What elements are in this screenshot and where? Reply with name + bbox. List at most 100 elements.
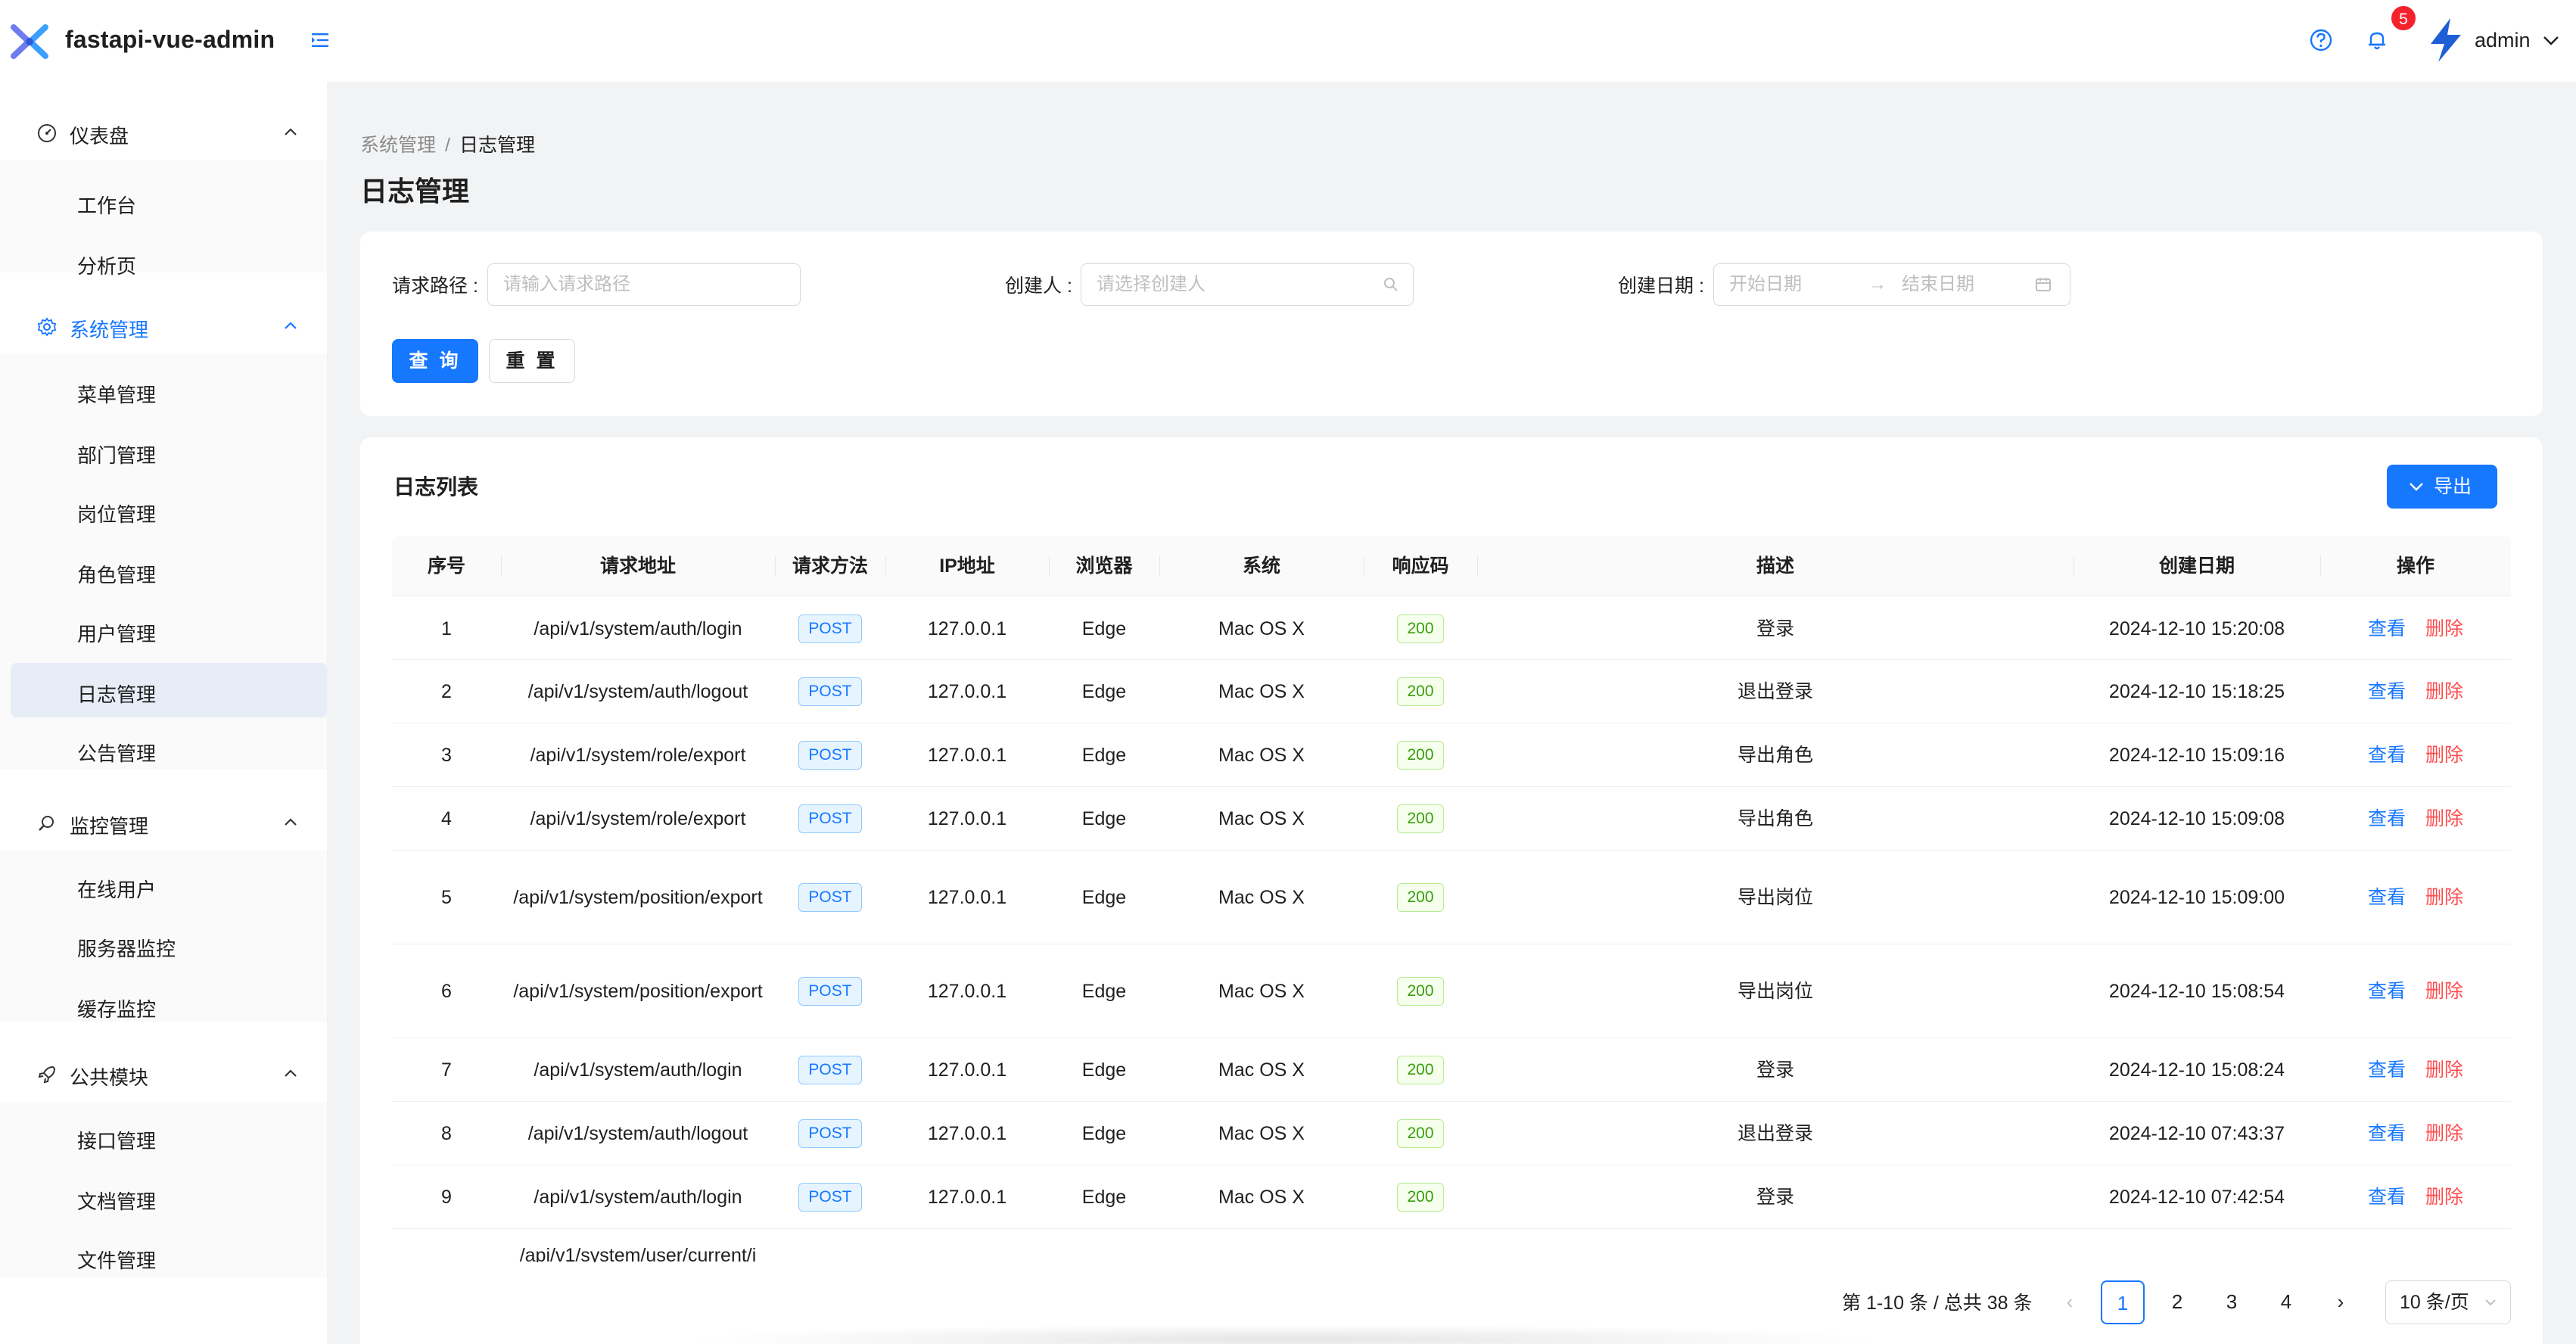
menu-fold-icon[interactable] <box>309 29 331 51</box>
sidebar-item-label: 公告管理 <box>77 742 157 765</box>
pagination-page-4[interactable]: 4 <box>2264 1280 2308 1324</box>
pagination-page-1[interactable]: 1 <box>2101 1280 2145 1324</box>
sidebar-item-server[interactable]: 服务器监控 <box>11 917 327 972</box>
top-header: fastapi-vue-admin 5 admin <box>0 0 2576 82</box>
user-name[interactable]: admin <box>2475 29 2531 52</box>
cell-no: 2 <box>392 660 501 723</box>
col-no: 序号 <box>427 555 465 577</box>
col-path: 请求地址 <box>599 555 676 577</box>
delete-link[interactable]: 删除 <box>2425 1183 2463 1212</box>
cell-actions: 查看 删除 <box>2320 851 2511 944</box>
sidebar-item-label: 用户管理 <box>77 623 157 646</box>
delete-link[interactable]: 删除 <box>2425 1119 2463 1148</box>
sidebar-item-role[interactable]: 角色管理 <box>11 543 327 598</box>
cell-method-text: POST <box>798 677 862 706</box>
sidebar-item-workbench[interactable]: 工作台 <box>11 174 327 229</box>
cell-no-text: 8 <box>441 1122 452 1144</box>
path-input[interactable]: 请输入请求路径 <box>487 263 801 306</box>
cell-actions: 查看 删除 <box>2320 1102 2511 1165</box>
sidebar-item-online[interactable]: 在线用户 <box>11 858 327 913</box>
sidebar-item-files[interactable]: 文件管理 <box>11 1229 327 1283</box>
sidebar-item-cache[interactable]: 缓存监控 <box>11 978 327 1032</box>
cell-method: POST <box>775 1102 885 1165</box>
chevron-down-icon <box>2485 1299 2496 1306</box>
sidebar-item-notice[interactable]: 公告管理 <box>11 722 327 776</box>
sidebar-group-dashboard[interactable]: 仪表盘 <box>11 104 327 160</box>
sidebar-group-monitor[interactable]: 监控管理 <box>11 795 327 851</box>
view-link[interactable]: 查看 <box>2368 804 2406 833</box>
bell-icon[interactable] <box>2364 27 2390 53</box>
cell-path-text: /api/v1/system/auth/login <box>534 1186 742 1208</box>
cell-no: 8 <box>392 1102 501 1165</box>
reset-button[interactable]: 重 置 <box>489 339 575 383</box>
delete-link[interactable]: 删除 <box>2425 1056 2463 1084</box>
delete-link[interactable]: 删除 <box>2425 677 2463 706</box>
cell-path: /api/v1/system/auth/login <box>501 1165 775 1228</box>
x-logo-icon[interactable] <box>8 20 51 64</box>
sidebar-item-api[interactable]: 接口管理 <box>11 1109 327 1164</box>
start-date-placeholder[interactable]: 开始日期 <box>1729 274 1802 294</box>
cell-path-text: /api/v1/system/auth/login <box>534 1059 742 1081</box>
cell-desc: 退出登录 <box>1477 660 2074 723</box>
search-monitor-icon <box>39 816 54 831</box>
page-size-value: 10 条/页 <box>2400 1292 2469 1313</box>
cell-browser-text: Edge <box>1081 1122 1127 1144</box>
table-row: 2/api/v1/system/auth/logout POST 127.0.0.1… <box>392 660 2511 723</box>
cell-browser: Edge <box>1049 598 1159 659</box>
notification-badge: 5 <box>2390 5 2417 32</box>
cell-ip: 127.0.0.1 <box>885 723 1049 786</box>
sidebar-item-menu[interactable]: 菜单管理 <box>11 363 327 418</box>
delete-link[interactable]: 删除 <box>2425 741 2463 770</box>
lightning-avatar-icon[interactable] <box>2425 17 2467 64</box>
view-link[interactable]: 查看 <box>2368 1056 2406 1084</box>
cell-no: 3 <box>392 723 501 786</box>
creator-placeholder: 请选择创建人 <box>1097 274 1206 294</box>
sidebar-item-docs[interactable]: 文档管理 <box>11 1170 327 1224</box>
question-circle-icon[interactable] <box>2308 27 2334 53</box>
sidebar-item-dept[interactable]: 部门管理 <box>11 424 327 478</box>
view-link[interactable]: 查看 <box>2368 1119 2406 1148</box>
sidebar-item-label: 岗位管理 <box>77 503 157 526</box>
delete-link[interactable]: 删除 <box>2425 614 2463 643</box>
delete-link[interactable]: 删除 <box>2425 883 2463 912</box>
cell-browser-text: Edge <box>1081 886 1127 908</box>
view-link[interactable]: 查看 <box>2368 977 2406 1006</box>
query-button[interactable]: 查 询 <box>392 339 478 383</box>
sidebar-group-system[interactable]: 系统管理 <box>11 298 327 354</box>
end-date-placeholder[interactable]: 结束日期 <box>1902 264 1974 305</box>
view-link[interactable]: 查看 <box>2368 1183 2406 1212</box>
page-size-select[interactable]: 10 条/页 <box>2385 1280 2511 1324</box>
breadcrumb-parent[interactable]: 系统管理 <box>360 135 436 156</box>
cell-no-text: 4 <box>441 807 452 829</box>
view-link[interactable]: 查看 <box>2368 883 2406 912</box>
pagination-prev[interactable]: ‹ <box>2048 1280 2092 1324</box>
sidebar-item-log[interactable]: 日志管理 <box>11 663 327 717</box>
export-button[interactable]: 导出 <box>2387 465 2497 509</box>
export-label: 导出 <box>2434 476 2472 497</box>
cell-ip-text: 127.0.0.1 <box>927 680 1007 702</box>
pagination-page-3[interactable]: 3 <box>2210 1280 2254 1324</box>
view-link[interactable]: 查看 <box>2368 741 2406 770</box>
creator-select[interactable]: 请选择创建人 <box>1081 263 1414 306</box>
cell-method: POST <box>775 598 885 659</box>
sidebar-item-user[interactable]: 用户管理 <box>11 602 327 657</box>
sidebar-group-public[interactable]: 公共模块 <box>11 1046 327 1102</box>
view-link[interactable]: 查看 <box>2368 677 2406 706</box>
cell-desc: 导出角色 <box>1477 787 2074 850</box>
table-row: 6/api/v1/system/position/export POST 127.0… <box>392 944 2511 1038</box>
delete-link[interactable]: 删除 <box>2425 804 2463 833</box>
col-method: 请求方法 <box>792 555 868 577</box>
pagination-page-2[interactable]: 2 <box>2155 1280 2199 1324</box>
cell-method-text: POST <box>798 1118 862 1148</box>
cell-method: POST <box>775 851 885 944</box>
cell-os: Mac OS X <box>1159 944 1364 1038</box>
sidebar-item-analysis[interactable]: 分析页 <box>11 235 327 289</box>
view-link[interactable]: 查看 <box>2368 614 2406 643</box>
date-range-picker[interactable]: 开始日期 → 结束日期 <box>1713 263 2070 306</box>
sidebar-item-position[interactable]: 岗位管理 <box>11 483 327 537</box>
cell-path: /api/v1/system/auth/logout <box>501 660 775 723</box>
col-actions: 操作 <box>2396 555 2434 577</box>
chevron-down-icon[interactable] <box>2541 30 2561 50</box>
delete-link[interactable]: 删除 <box>2425 977 2463 1006</box>
pagination-next[interactable]: › <box>2319 1280 2363 1324</box>
